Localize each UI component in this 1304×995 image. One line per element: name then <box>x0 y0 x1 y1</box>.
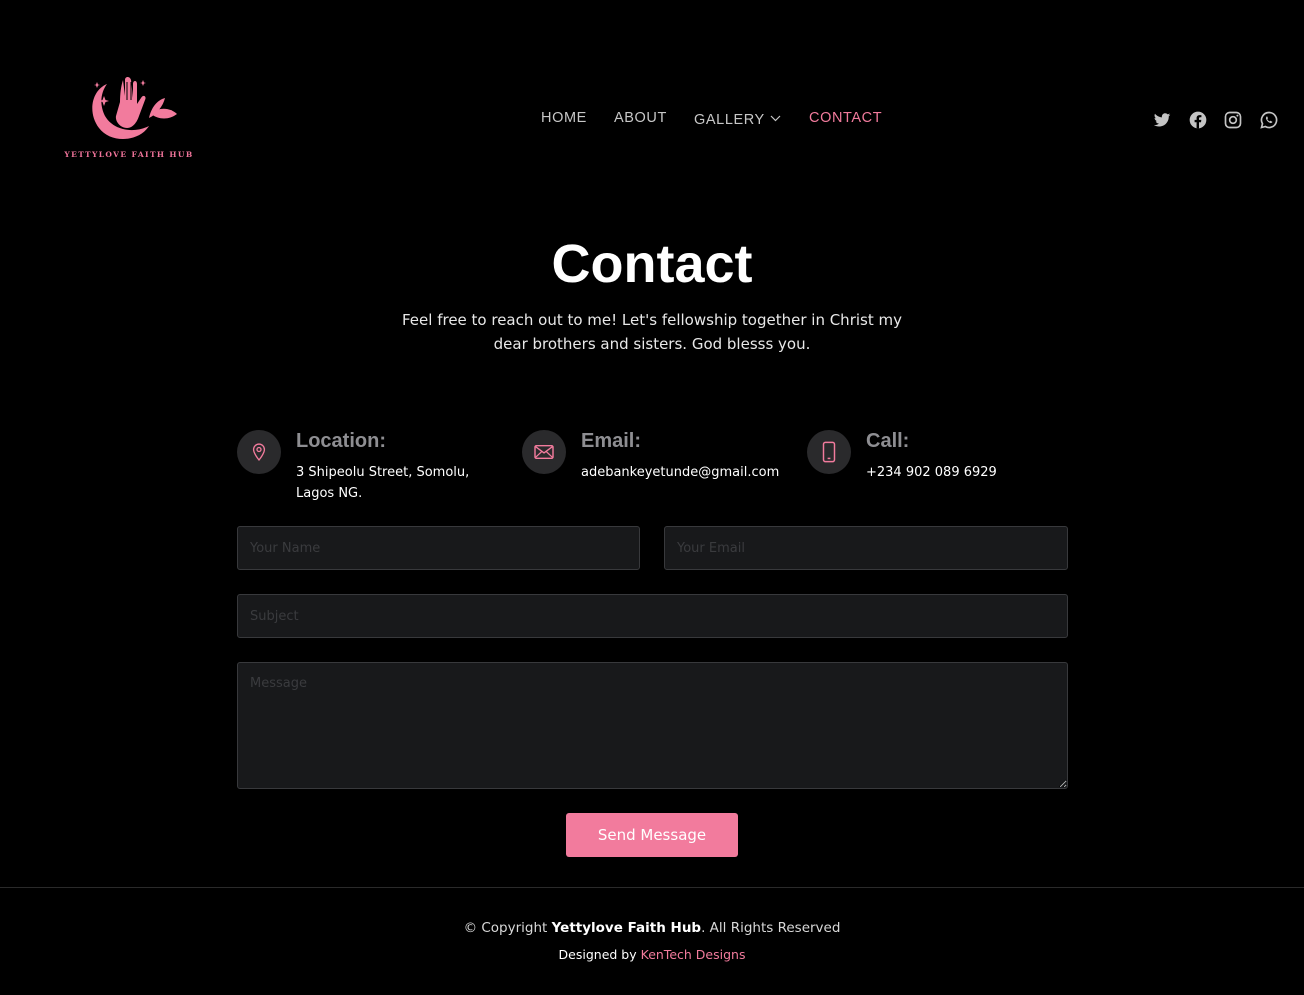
twitter-icon[interactable] <box>1152 110 1172 130</box>
email-text[interactable]: adebankeyetunde@gmail.com <box>581 462 779 483</box>
nav-home[interactable]: HOME <box>541 110 587 126</box>
designer-link[interactable]: KenTech Designs <box>641 947 746 962</box>
copyright-suffix: . All Rights Reserved <box>701 920 841 936</box>
credits-text: Designed by KenTech Designs <box>0 947 1304 962</box>
subject-input[interactable] <box>237 594 1068 638</box>
name-input[interactable] <box>237 526 640 570</box>
site-header: YETTYLOVE FAITH HUB HOME ABOUT GALLERY C… <box>0 0 1304 230</box>
instagram-icon[interactable] <box>1223 110 1243 130</box>
nav-contact[interactable]: CONTACT <box>809 110 882 126</box>
praying-hands-logo-icon <box>92 77 177 140</box>
nav-gallery[interactable]: GALLERY <box>694 110 781 128</box>
location-text: 3 Shipeolu Street, Somolu, Lagos NG. <box>296 465 470 501</box>
call-text[interactable]: +234 902 089 6929 <box>866 462 997 483</box>
email-heading: Email: <box>581 430 642 452</box>
copyright-prefix: © Copyright <box>463 920 548 936</box>
footer-divider <box>0 887 1304 888</box>
logo-text: YETTYLOVE FAITH HUB <box>64 150 194 159</box>
email-input[interactable] <box>664 526 1068 570</box>
envelope-icon <box>522 430 566 474</box>
map-pin-icon <box>237 430 281 474</box>
location-heading: Location: <box>296 430 386 452</box>
nav-about[interactable]: ABOUT <box>614 110 667 126</box>
chevron-down-icon <box>770 110 781 126</box>
intro-text: Feel free to reach out to me! Let's fell… <box>402 311 902 353</box>
message-textarea[interactable] <box>237 662 1068 789</box>
copyright-text: © Copyright Yettylove Faith Hub. All Rig… <box>0 920 1304 936</box>
facebook-icon[interactable] <box>1188 110 1208 130</box>
phone-icon <box>807 430 851 474</box>
copyright-brand: Yettylove Faith Hub <box>551 920 702 936</box>
call-heading: Call: <box>866 430 910 452</box>
whatsapp-icon[interactable] <box>1259 110 1279 130</box>
nav-gallery-label: GALLERY <box>694 112 765 128</box>
main-nav: HOME ABOUT GALLERY CONTACT <box>0 110 1304 130</box>
send-message-button[interactable]: Send Message <box>566 813 738 857</box>
page-title: Contact <box>551 234 753 294</box>
designed-by-label: Designed by <box>558 947 637 962</box>
